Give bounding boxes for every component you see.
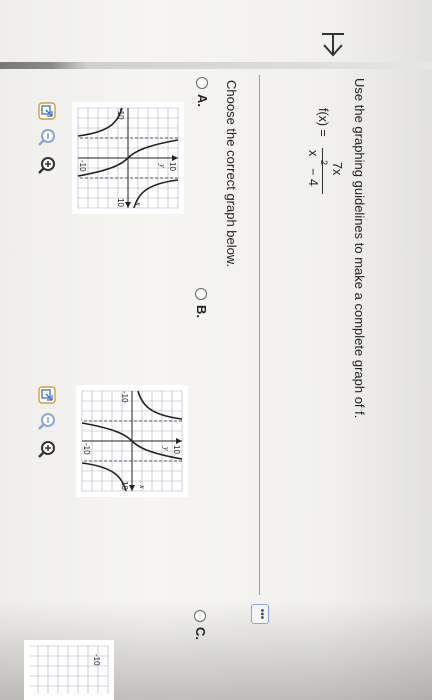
- axis-x-label: x: [138, 484, 147, 489]
- option-b-graph: 10 10 -10 -10 x y: [76, 385, 188, 497]
- option-a-label: A.: [195, 94, 210, 107]
- axis-y-label: y: [162, 446, 171, 451]
- zoom-out-icon[interactable]: [38, 412, 56, 430]
- instruction-text: Use the graphing guidelines to make a co…: [352, 78, 367, 419]
- popout-icon[interactable]: [38, 386, 56, 404]
- option-b-graph-svg: 10 10 -10 -10 x y: [81, 390, 183, 492]
- tick-y-top: 10: [172, 445, 181, 454]
- tick-y-top: 10: [168, 162, 177, 171]
- choose-prompt: Choose the correct graph below.: [224, 80, 239, 268]
- tick-x-right: 10: [120, 481, 129, 490]
- tick-y-bottom: -10: [78, 160, 87, 172]
- zoom-out-icon[interactable]: [38, 128, 56, 146]
- option-c-graph-svg: -10: [30, 645, 109, 694]
- x-axis-arrow-icon: [125, 202, 131, 208]
- y-axis-arrow-icon: [172, 155, 178, 161]
- fraction-bar: [322, 148, 323, 194]
- function-denominator: x − 4: [306, 150, 320, 186]
- function-numerator: 7x: [330, 162, 344, 176]
- tick-y-bottom: -10: [82, 443, 91, 455]
- axis-x-label: x: [134, 201, 143, 206]
- tick-x-left: -10: [120, 391, 129, 403]
- more-button[interactable]: •••: [251, 604, 269, 624]
- tick-x-left: -10: [116, 108, 125, 120]
- option-c-label: C.: [193, 627, 208, 640]
- option-b-label: B.: [194, 305, 209, 318]
- y-axis-arrow-icon: [176, 438, 182, 444]
- curve-left-branch: [137, 390, 183, 420]
- option-c-radio[interactable]: [194, 610, 206, 622]
- function-exponent: 2: [319, 160, 329, 166]
- function-lhs: f(x) =: [316, 108, 330, 137]
- option-a-graph: 10 10 -10 -10 x y: [72, 102, 184, 214]
- popout-icon[interactable]: [38, 102, 56, 120]
- option-a-graph-svg: 10 10 -10 -10 x y: [77, 107, 179, 209]
- x-axis-arrow-icon: [129, 485, 135, 491]
- tick-x-left: -10: [92, 654, 101, 666]
- axis-y-label: y: [158, 163, 167, 168]
- zoom-in-icon[interactable]: [38, 156, 56, 174]
- denominator-rest: − 4: [306, 168, 320, 186]
- zoom-in-icon[interactable]: [38, 440, 56, 458]
- option-a-radio[interactable]: [196, 77, 208, 89]
- option-c-graph: -10: [24, 640, 114, 700]
- denominator-variable: x: [306, 150, 320, 157]
- tick-x-right: 10: [116, 198, 125, 207]
- section-divider: [259, 75, 260, 595]
- option-b-radio[interactable]: [195, 288, 207, 300]
- question-panel: Use the graphing guidelines to make a co…: [0, 0, 432, 700]
